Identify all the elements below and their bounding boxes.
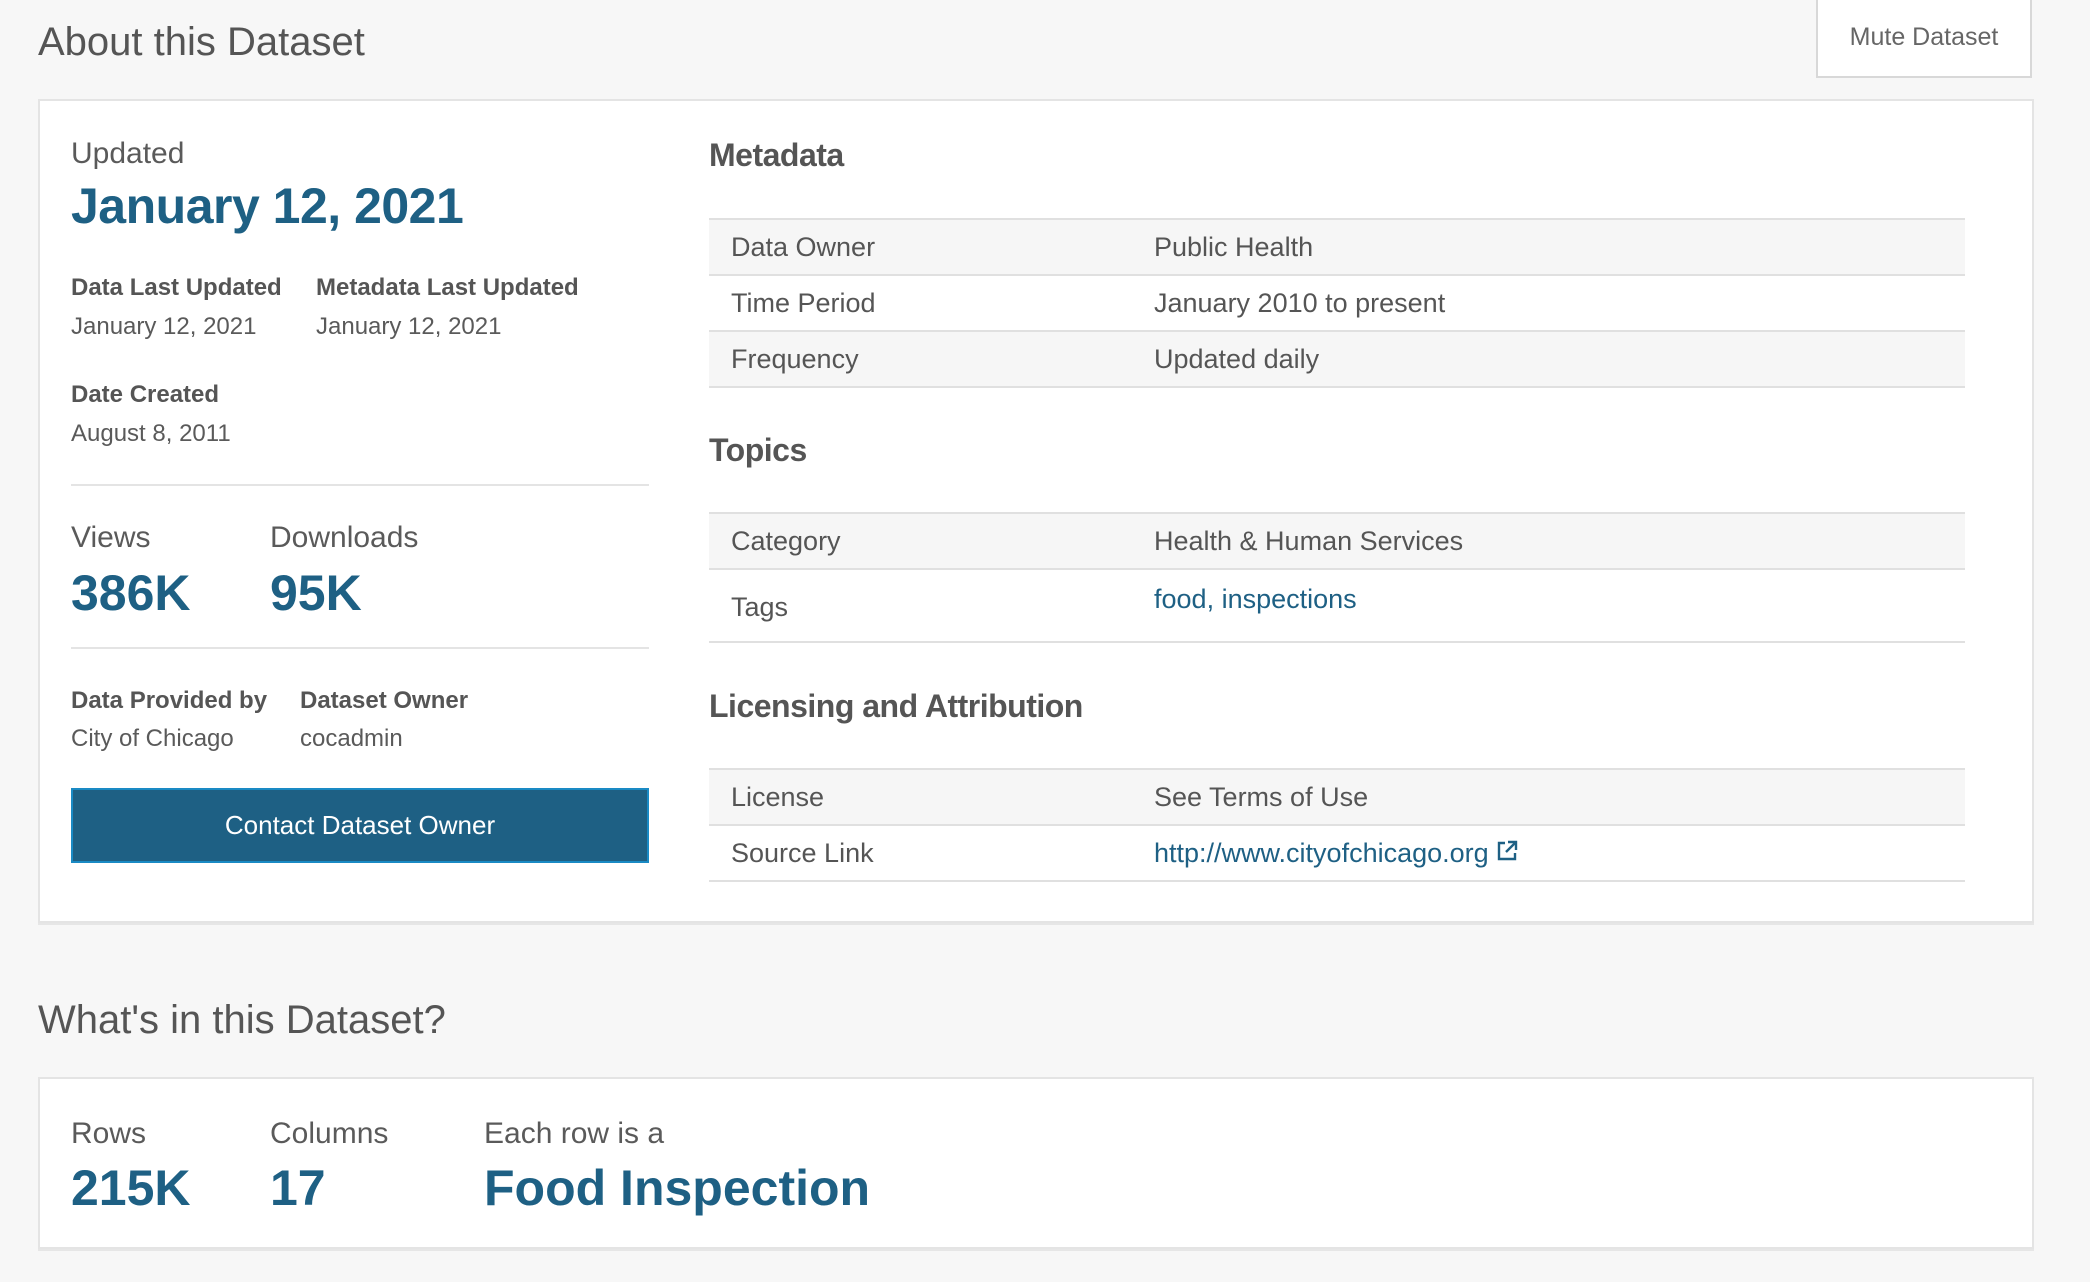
- table-row: Frequency Updated daily: [709, 332, 1965, 388]
- metadata-value: January 2010 to present: [1154, 288, 1446, 318]
- updated-date: January 12, 2021: [71, 178, 464, 234]
- licensing-key: License: [731, 782, 825, 812]
- data-last-updated-value: January 12, 2021: [71, 313, 257, 340]
- date-created-label: Date Created: [71, 381, 220, 408]
- views-label: Views: [71, 521, 151, 554]
- updated-label: Updated: [71, 137, 185, 170]
- downloads-value: 95K: [270, 565, 362, 621]
- metadata-last-updated-value: January 12, 2021: [316, 313, 502, 340]
- whats-card: Rows 215K Columns 17 Each row is a Food …: [38, 1077, 2034, 1249]
- licensing-value: See Terms of Use: [1154, 782, 1369, 812]
- metadata-table: Data Owner Public Health Time Period Jan…: [709, 218, 1965, 388]
- views-value: 386K: [71, 565, 191, 621]
- divider: [71, 647, 649, 649]
- table-row: Tags food, inspections: [709, 570, 1965, 643]
- topics-table: Category Health & Human Services Tags fo…: [709, 512, 1965, 643]
- tags-list: food, inspections: [1154, 584, 1357, 615]
- downloads-label: Downloads: [270, 521, 419, 554]
- topics-heading: Topics: [709, 432, 807, 468]
- columns-value: 17: [270, 1160, 326, 1216]
- divider: [71, 484, 649, 486]
- metadata-key: Frequency: [731, 344, 859, 374]
- data-provided-by-label: Data Provided by: [71, 687, 268, 714]
- metadata-last-updated-label: Metadata Last Updated: [316, 274, 579, 301]
- row-is-value: Food Inspection: [484, 1160, 871, 1216]
- rows-label: Rows: [71, 1117, 147, 1150]
- source-link[interactable]: http://www.cityofchicago.org: [1154, 838, 1489, 868]
- whats-in-dataset-title: What's in this Dataset?: [38, 998, 446, 1042]
- tag-separator: ,: [1206, 584, 1222, 614]
- licensing-key: Source Link: [731, 838, 874, 868]
- topics-key: Category: [731, 526, 841, 556]
- columns-label: Columns: [270, 1117, 389, 1150]
- metadata-key: Data Owner: [731, 232, 876, 262]
- source-link-value: http://www.cityofchicago.org: [1154, 838, 1519, 870]
- table-row: Category Health & Human Services: [709, 514, 1965, 570]
- metadata-heading: Metadata: [709, 137, 844, 173]
- table-row: Source Link http://www.cityofchicago.org: [709, 826, 1965, 882]
- tag-link[interactable]: food: [1154, 584, 1207, 614]
- date-created-value: August 8, 2011: [71, 420, 231, 447]
- contact-dataset-owner-button[interactable]: Contact Dataset Owner: [71, 788, 649, 863]
- data-provided-by-value: City of Chicago: [71, 725, 234, 752]
- about-dataset-title: About this Dataset: [38, 20, 365, 64]
- dataset-owner-label: Dataset Owner: [300, 687, 469, 714]
- table-row: Data Owner Public Health: [709, 220, 1965, 276]
- licensing-heading: Licensing and Attribution: [709, 688, 1083, 724]
- licensing-table: License See Terms of Use Source Link htt…: [709, 768, 1965, 882]
- about-card: Updated January 12, 2021 Data Last Updat…: [38, 99, 2034, 923]
- metadata-key: Time Period: [731, 288, 876, 318]
- topics-key: Tags: [731, 592, 789, 622]
- rows-value: 215K: [71, 1160, 191, 1216]
- tag-link[interactable]: inspections: [1222, 584, 1357, 614]
- table-row: License See Terms of Use: [709, 770, 1965, 826]
- dataset-owner-value: cocadmin: [300, 725, 403, 752]
- table-row: Time Period January 2010 to present: [709, 276, 1965, 332]
- metadata-value: Public Health: [1154, 232, 1314, 262]
- data-last-updated-label: Data Last Updated: [71, 274, 282, 301]
- metadata-value: Updated daily: [1154, 344, 1320, 374]
- topics-value: Health & Human Services: [1154, 526, 1464, 556]
- row-is-label: Each row is a: [484, 1117, 665, 1150]
- external-link-icon[interactable]: [1495, 839, 1519, 870]
- mute-dataset-button[interactable]: Mute Dataset: [1816, 0, 2032, 78]
